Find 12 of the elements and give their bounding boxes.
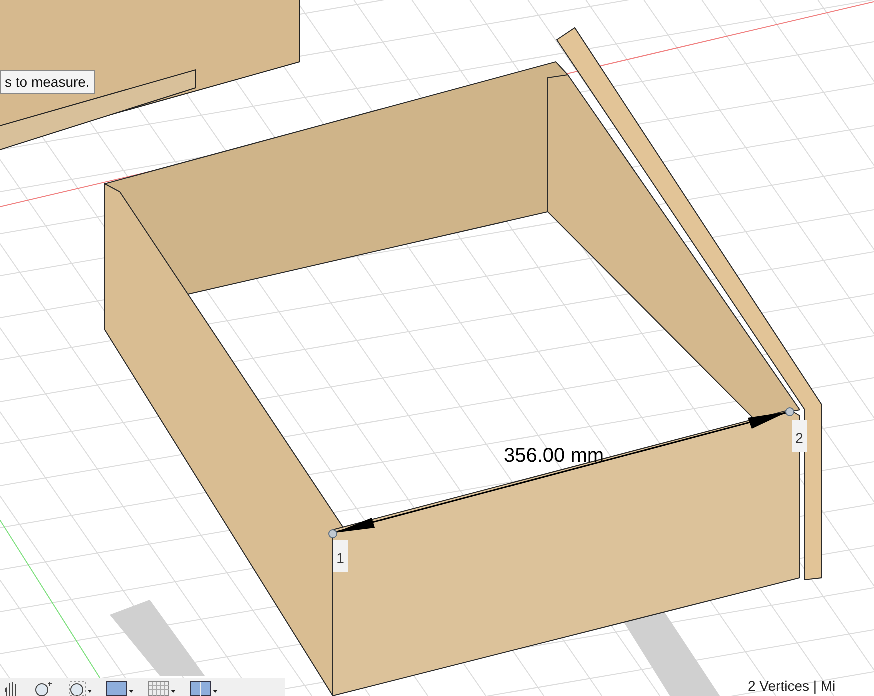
vertex-marker-icon bbox=[328, 530, 338, 538]
viewports-icon[interactable] bbox=[190, 680, 218, 696]
tooltip: s to measure. bbox=[0, 70, 95, 94]
vertex-marker-icon bbox=[786, 408, 794, 416]
point-label: 2 bbox=[792, 420, 807, 452]
display-mode-icon[interactable] bbox=[106, 680, 134, 696]
grid-icon[interactable] bbox=[148, 680, 176, 696]
zoom-fit-icon[interactable] bbox=[68, 680, 92, 696]
zoom-icon[interactable] bbox=[34, 680, 54, 696]
measurement-label: 356.00 mm bbox=[504, 444, 604, 468]
point-label: 1 bbox=[333, 540, 348, 572]
status-text: 2 Vertices | Mi bbox=[748, 677, 836, 695]
